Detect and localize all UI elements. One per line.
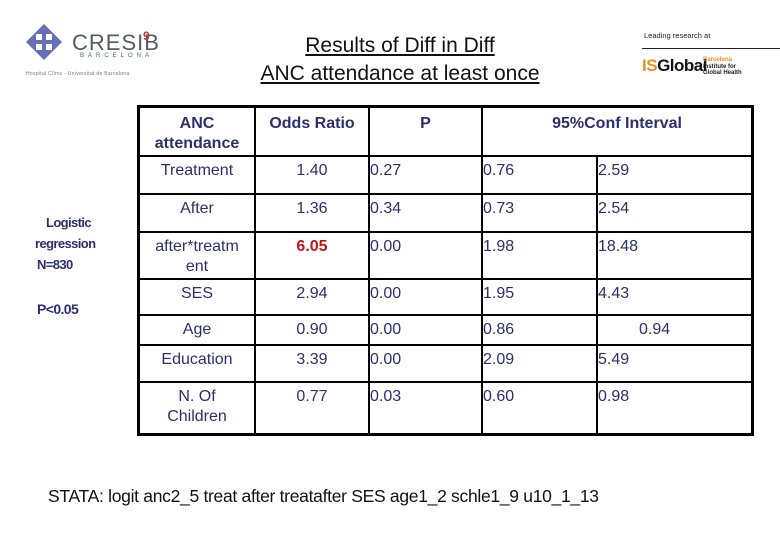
results-table: ANC attendance Odds Ratio P 95%Conf Inter… bbox=[137, 105, 754, 436]
ci-low-cell: 1.95 bbox=[481, 277, 598, 316]
table-row: Treatment 1.40 0.27 0.76 2.59 bbox=[137, 154, 754, 195]
isglobal-small-line3: Global Health bbox=[703, 70, 742, 76]
p-cell: 0.27 bbox=[368, 154, 483, 195]
header-p: P bbox=[368, 105, 483, 157]
p-cell: 0.00 bbox=[368, 343, 483, 383]
ci-low-cell: 0.73 bbox=[481, 192, 598, 233]
row-label: Treatment bbox=[137, 154, 256, 195]
header-anc-line2: attendance bbox=[154, 135, 240, 152]
side-note-p-threshold: P<0.05 bbox=[37, 301, 79, 317]
ci-high-cell: 2.59 bbox=[596, 154, 754, 195]
ci-high-cell: 0.94 bbox=[596, 313, 754, 346]
table-row: SES 2.94 0.00 1.95 4.43 bbox=[137, 277, 754, 316]
side-note-n: N=830 bbox=[37, 257, 73, 272]
cresib-logo-flag: 9 bbox=[143, 29, 150, 43]
leading-research-text: Leading research at bbox=[644, 31, 711, 40]
stata-command: STATA: logit anc2_5 treat after treataft… bbox=[48, 486, 599, 506]
isglobal-logo-subtitle: Barcelona Institute for Global Health bbox=[703, 57, 742, 77]
p-cell: 0.34 bbox=[368, 192, 483, 233]
logo-divider bbox=[642, 48, 780, 49]
header-odds-ratio: Odds Ratio bbox=[254, 105, 370, 157]
ci-low-cell: 1.98 bbox=[481, 230, 598, 280]
page-title: Results of Diff in Diff ANC attendance a… bbox=[180, 32, 620, 88]
odds-ratio-cell: 1.36 bbox=[254, 192, 370, 233]
row-label-line2: Children bbox=[167, 407, 227, 425]
row-label-line1: after*treatm bbox=[155, 237, 239, 255]
side-note-logistic: Logistic bbox=[46, 215, 92, 230]
isglobal-logo-global: Global bbox=[657, 56, 707, 75]
ci-high-cell: 2.54 bbox=[596, 192, 754, 233]
isglobal-logo-is: IS bbox=[642, 56, 658, 75]
ci-low-cell: 0.86 bbox=[481, 313, 598, 346]
row-label: SES bbox=[137, 277, 256, 316]
title-line-1: Results of Diff in Diff bbox=[305, 34, 495, 57]
header-anc-line1: ANC bbox=[179, 115, 215, 132]
p-cell: 0.00 bbox=[368, 277, 483, 316]
ci-high-cell: 4.43 bbox=[596, 277, 754, 316]
ci-low-cell: 0.76 bbox=[481, 154, 598, 195]
table-row: after*treatm ent 6.05 0.00 1.98 18.48 bbox=[137, 230, 754, 280]
odds-ratio-cell: 3.39 bbox=[254, 343, 370, 383]
odds-ratio-cell: 0.77 bbox=[254, 380, 370, 436]
side-note-regression: regression bbox=[35, 236, 96, 251]
ci-high-cell: 0.98 bbox=[596, 380, 754, 436]
cresib-logo-city: BARCELONA bbox=[80, 53, 154, 59]
table-row: Education 3.39 0.00 2.09 5.49 bbox=[137, 343, 754, 383]
odds-ratio-cell: 2.94 bbox=[254, 277, 370, 316]
row-label: Age bbox=[137, 313, 256, 346]
isglobal-logo: ISGlobal bbox=[642, 56, 707, 76]
header-conf-interval: 95%Conf Interval bbox=[481, 105, 754, 157]
header-anc-attendance: ANC attendance bbox=[137, 105, 256, 157]
table-row: N. Of Children 0.77 0.03 0.60 0.98 bbox=[137, 380, 754, 436]
row-label: N. Of Children bbox=[137, 380, 256, 436]
ci-low-cell: 0.60 bbox=[481, 380, 598, 436]
title-line-2: ANC attendance at least once bbox=[260, 62, 540, 85]
odds-ratio-cell-highlighted: 6.05 bbox=[254, 230, 370, 280]
ci-high-cell: 18.48 bbox=[596, 230, 754, 280]
table-header-row: ANC attendance Odds Ratio P 95%Conf Inter… bbox=[137, 105, 754, 157]
odds-ratio-cell: 1.40 bbox=[254, 154, 370, 195]
ci-high-cell: 5.49 bbox=[596, 343, 754, 383]
table-row: After 1.36 0.34 0.73 2.54 bbox=[137, 192, 754, 233]
row-label: After bbox=[137, 192, 256, 233]
p-cell: 0.00 bbox=[368, 313, 483, 346]
table-row: Age 0.90 0.00 0.86 0.94 bbox=[137, 313, 754, 346]
cresib-logo-icon bbox=[26, 24, 62, 60]
row-label: after*treatm ent bbox=[137, 230, 256, 280]
row-label: Education bbox=[137, 343, 256, 383]
row-label-line2: ent bbox=[185, 257, 209, 275]
cresib-logo-subtitle: Hospital Clínic - Universitat de Barcelo… bbox=[26, 71, 130, 77]
odds-ratio-cell: 0.90 bbox=[254, 313, 370, 346]
row-label-line1: N. Of bbox=[178, 387, 216, 405]
p-cell: 0.03 bbox=[368, 380, 483, 436]
ci-low-cell: 2.09 bbox=[481, 343, 598, 383]
p-cell: 0.00 bbox=[368, 230, 483, 280]
